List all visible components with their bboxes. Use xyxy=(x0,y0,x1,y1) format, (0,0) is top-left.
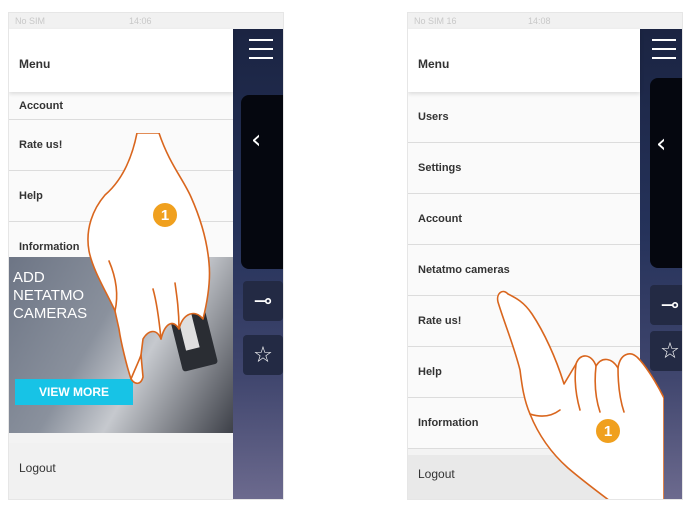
status-time: 14:08 xyxy=(528,16,551,26)
logout-button[interactable]: Logout xyxy=(9,443,233,499)
menu-item-help[interactable]: Help xyxy=(9,171,233,222)
key-icon[interactable]: ⊸ xyxy=(650,285,682,325)
chevron-left-icon[interactable]: ‹ xyxy=(251,125,261,155)
status-carrier: No SIM 16 xyxy=(414,16,457,26)
hamburger-icon[interactable] xyxy=(652,39,676,66)
view-more-button[interactable]: VIEW MORE xyxy=(15,379,133,405)
step-badge: 1 xyxy=(594,417,622,445)
menu-item-account[interactable]: Account xyxy=(9,92,233,120)
right-phone-screen: ‹ ⊸ ☆ No SIM 16 14:08 Menu Users Setting… xyxy=(407,12,683,500)
netatmo-promo-banner: ADD NETATMO CAMERAS VIEW MORE xyxy=(9,257,233,433)
video-panel xyxy=(241,95,283,269)
app-background-panel: ‹ ⊸ ☆ xyxy=(640,13,682,499)
status-bar: No SIM 14:06 xyxy=(9,13,283,29)
menu-item-account[interactable]: Account xyxy=(408,194,640,245)
menu-item-users[interactable]: Users xyxy=(408,92,640,143)
status-bar: No SIM 16 14:08 xyxy=(408,13,682,29)
menu-item-rate-us[interactable]: Rate us! xyxy=(408,296,640,347)
chevron-left-icon[interactable]: ‹ xyxy=(656,129,666,159)
left-phone-screen: ‹ ⊸ ☆ No SIM 14:06 Menu Account Rate us!… xyxy=(8,12,284,500)
key-icon[interactable]: ⊸ xyxy=(243,281,283,321)
promo-title: ADD NETATMO CAMERAS xyxy=(13,269,88,322)
star-icon[interactable]: ☆ xyxy=(650,331,682,371)
menu-item-rate-us[interactable]: Rate us! xyxy=(9,120,233,171)
step-badge: 1 xyxy=(151,201,179,229)
menu-title: Menu xyxy=(9,29,233,92)
menu-item-help[interactable]: Help xyxy=(408,347,640,398)
menu-title: Menu xyxy=(408,29,640,92)
camera-image xyxy=(159,270,219,372)
app-background-panel: ‹ ⊸ ☆ xyxy=(233,13,283,499)
video-panel xyxy=(650,78,682,268)
menu-item-netatmo-cameras[interactable]: Netatmo cameras xyxy=(408,245,640,296)
hamburger-icon[interactable] xyxy=(249,39,273,66)
logout-button[interactable]: Logout xyxy=(408,455,640,499)
star-icon[interactable]: ☆ xyxy=(243,335,283,375)
status-carrier: No SIM xyxy=(15,16,46,26)
status-time: 14:06 xyxy=(129,16,152,26)
menu-item-settings[interactable]: Settings xyxy=(408,143,640,194)
